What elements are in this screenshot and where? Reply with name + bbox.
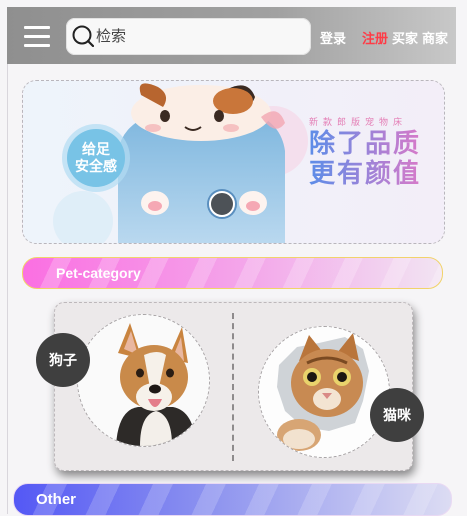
other-category-title: Other [36, 491, 77, 508]
login-link[interactable]: 登录 [320, 28, 346, 47]
dog-category-button[interactable]: 狗子 [36, 333, 90, 387]
pet-category-card [54, 302, 413, 471]
banner-badge: 给足 安全感 [67, 129, 125, 187]
other-category-bar[interactable]: Other [13, 483, 452, 516]
merchant-link[interactable]: 商家 [422, 28, 448, 47]
banner-headline-2: 更有颜值 [309, 158, 422, 188]
search-icon [72, 25, 94, 47]
page-left-border [7, 56, 8, 514]
buyer-link[interactable]: 买家 [392, 28, 418, 47]
cat-image[interactable] [258, 326, 390, 458]
card-divider [232, 313, 234, 461]
banner-subtitle: 新款郎版宠物床 [309, 117, 408, 127]
pet-category-bar[interactable]: Pet-category [22, 257, 443, 289]
search-box[interactable] [66, 18, 311, 55]
top-nav-bar: 登录 注册 买家 商家 [7, 7, 456, 64]
pet-category-title: Pet-category [56, 265, 141, 281]
banner-carousel[interactable]: 给足 安全感 新款郎版宠物床 除了品质 更有颜值 [22, 80, 445, 244]
banner-headline-1: 除了品质 [309, 128, 422, 158]
dog-image[interactable] [77, 314, 210, 447]
cat-category-button[interactable]: 猫咪 [370, 388, 424, 442]
dog-illustration [78, 315, 209, 446]
banner-text: 新款郎版宠物床 除了品质 更有颜值 [309, 115, 421, 188]
search-input[interactable] [96, 26, 296, 46]
register-link[interactable]: 注册 [362, 28, 388, 47]
carousel-indicator-button[interactable] [209, 191, 235, 217]
cat-illustration [259, 327, 389, 457]
hamburger-menu-icon[interactable] [24, 24, 50, 48]
